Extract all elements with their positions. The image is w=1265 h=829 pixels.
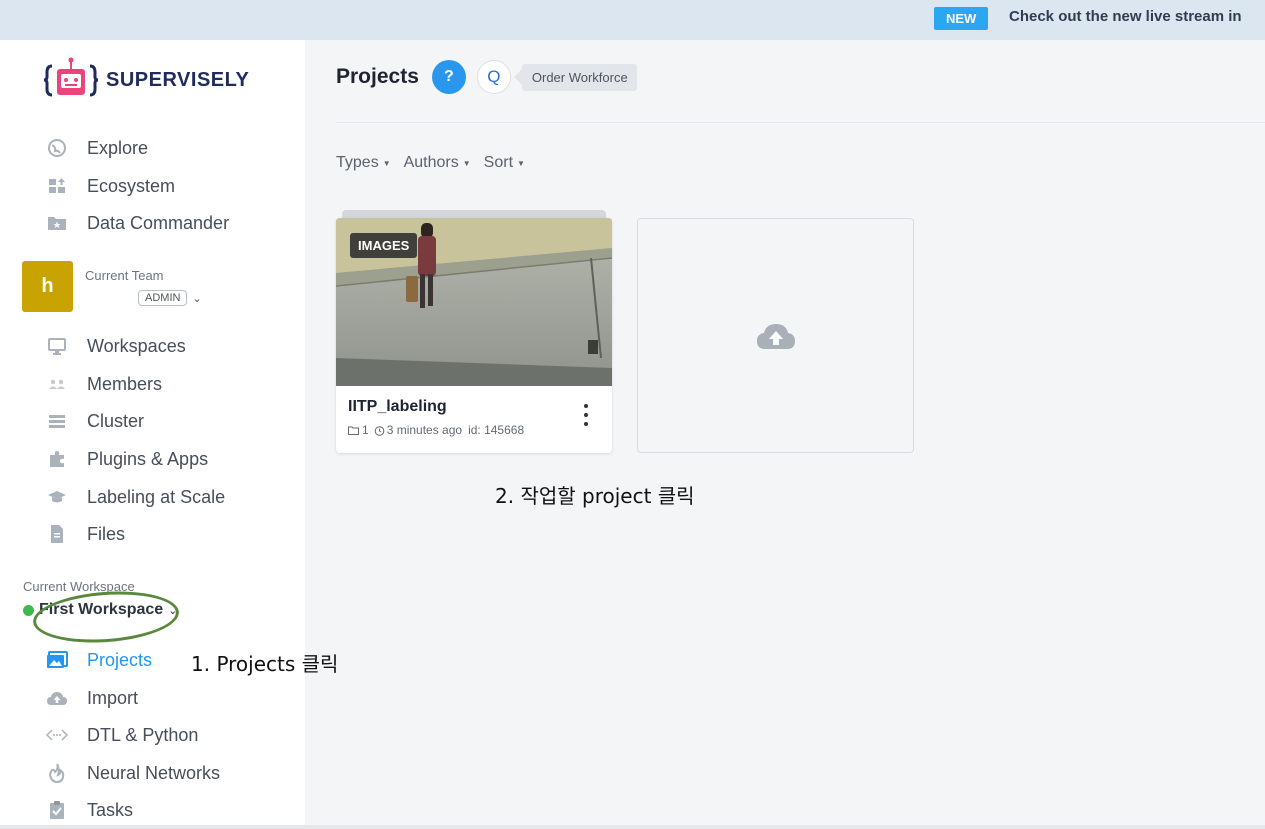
nav-explore[interactable]: Explore (44, 135, 148, 161)
flame-icon (44, 763, 70, 783)
globe-icon (44, 138, 70, 158)
page-title: Projects (336, 65, 419, 88)
nav-labeling-at-scale[interactable]: Labeling at Scale (44, 484, 225, 510)
datasets-count: 1 (362, 423, 369, 437)
image-icon (44, 650, 70, 670)
cloud-upload-icon (756, 323, 795, 349)
project-type-badge: IMAGES (350, 233, 418, 258)
nav-tasks-label: Tasks (87, 799, 134, 820)
nav-cluster-label: Cluster (87, 410, 145, 431)
ecosystem-icon (44, 176, 70, 196)
upload-project-card[interactable] (637, 218, 914, 453)
nav-ecosystem-label: Ecosystem (87, 175, 176, 196)
announcement-banner: NEW Check out the new live stream in (0, 0, 1265, 40)
nav-tasks[interactable]: Tasks (44, 797, 133, 823)
folder-icon (348, 426, 359, 435)
cluster-icon (44, 411, 70, 431)
more-vertical-icon[interactable] (579, 404, 593, 426)
nav-projects[interactable]: Projects (44, 647, 152, 673)
brand-name: SUPERVISELY (106, 68, 250, 91)
nav-ecosystem[interactable]: Ecosystem (44, 173, 175, 199)
clipboard-check-icon (44, 800, 70, 820)
folder-star-icon (44, 213, 70, 233)
nav-explore-label: Explore (87, 137, 149, 158)
annotation-step-1: 1. Projects 클릭 (191, 652, 339, 676)
caret-down-icon: ▼ (382, 158, 391, 168)
project-card[interactable]: IMAGES IITP_labeling 1 3 minutes ago id:… (336, 218, 612, 453)
graduation-cap-icon (44, 487, 70, 507)
filter-authors[interactable]: Authors ▼ (404, 154, 471, 172)
project-id: id: 145668 (468, 423, 525, 437)
nav-plugins-apps-label: Plugins & Apps (87, 448, 209, 469)
nav-workspaces[interactable]: Workspaces (44, 333, 186, 359)
filter-bar: Types ▼ Authors ▼ Sort ▼ (336, 154, 538, 172)
nav-dtl-python-label: DTL & Python (87, 724, 199, 745)
filter-types[interactable]: Types ▼ (336, 154, 391, 172)
team-role-badge: ADMIN (138, 290, 188, 306)
nav-members-label: Members (87, 373, 163, 394)
order-workforce-button[interactable]: Order Workforce (513, 63, 637, 91)
team-avatar[interactable]: h (22, 261, 73, 312)
nav-members[interactable]: Members (44, 371, 162, 397)
project-meta: 1 3 minutes ago id: 145668 (348, 423, 524, 437)
nav-import-label: Import (87, 687, 139, 708)
nav-projects-label: Projects (87, 649, 153, 670)
updated-time: 3 minutes ago (386, 423, 463, 437)
file-icon (44, 524, 70, 544)
caret-down-icon: ▼ (462, 158, 471, 168)
header-divider (336, 122, 1265, 123)
filter-authors-label: Authors (403, 154, 459, 171)
filter-sort[interactable]: Sort ▼ (484, 154, 525, 172)
nav-cluster[interactable]: Cluster (44, 408, 144, 434)
brand-logo[interactable]: SUPERVISELY (44, 56, 249, 104)
nav-data-commander-label: Data Commander (87, 212, 230, 233)
new-badge: NEW (934, 7, 989, 30)
nav-files-label: Files (87, 523, 126, 544)
nav-files[interactable]: Files (44, 521, 125, 547)
page-header: Projects ? Q Order Workforce (336, 60, 637, 94)
robot-logo-icon (44, 57, 98, 97)
filter-types-label: Types (336, 154, 379, 171)
cloud-upload-icon (44, 688, 70, 708)
bottom-border (0, 825, 1265, 829)
team-role-selector[interactable]: ADMIN ⌄ (138, 290, 202, 306)
nav-plugins-apps[interactable]: Plugins & Apps (44, 446, 208, 472)
announcement-link[interactable]: Check out the new live stream in (1009, 8, 1242, 25)
workspace-status-dot (23, 604, 34, 616)
puzzle-icon (44, 449, 70, 469)
annotation-step-2: 2. 작업할 project 클릭 (495, 484, 695, 508)
filter-sort-label: Sort (483, 154, 514, 171)
code-icon (44, 725, 70, 745)
current-team-caption: Current Team (85, 268, 164, 283)
clock-icon (374, 425, 385, 436)
nav-neural-networks[interactable]: Neural Networks (44, 760, 220, 786)
members-icon (44, 374, 70, 394)
chevron-down-icon: ⌄ (192, 292, 202, 305)
sidebar: SUPERVISELY Explore Ecosystem Data Comma… (0, 40, 305, 829)
nav-labeling-at-scale-label: Labeling at Scale (87, 486, 226, 507)
monitor-icon (44, 336, 70, 356)
search-button[interactable]: Q (476, 60, 511, 94)
nav-neural-networks-label: Neural Networks (87, 762, 221, 783)
nav-workspaces-label: Workspaces (87, 335, 186, 356)
nav-import[interactable]: Import (44, 685, 138, 711)
nav-dtl-python[interactable]: DTL & Python (44, 722, 198, 748)
caret-down-icon: ▼ (517, 158, 525, 168)
help-button[interactable]: ? (431, 60, 466, 94)
project-name[interactable]: IITP_labeling (348, 398, 447, 416)
nav-data-commander[interactable]: Data Commander (44, 210, 229, 236)
